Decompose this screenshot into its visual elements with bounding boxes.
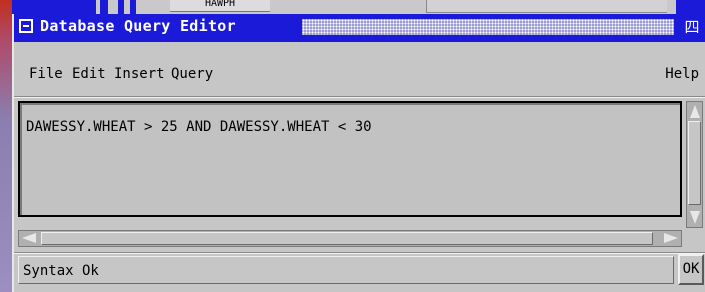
window-menu-icon[interactable] — [19, 19, 33, 33]
menu-edit[interactable]: Edit — [72, 66, 106, 82]
horizontal-scroll-thumb[interactable] — [41, 232, 653, 245]
scroll-down-icon[interactable] — [690, 211, 700, 224]
background-block — [130, 0, 136, 14]
background-field-right — [426, 0, 667, 13]
horizontal-scrollbar[interactable] — [18, 230, 682, 247]
query-editor-window: Database Query Editor 四 File Edit Insert… — [12, 14, 705, 292]
menu-file[interactable]: File — [29, 66, 63, 82]
menu-help[interactable]: Help — [665, 66, 699, 82]
text-area-bevel: DAWESSY.WHEAT > 25 AND DAWESSY.WHEAT < 3… — [20, 103, 680, 215]
status-bar: Syntax Ok — [18, 256, 674, 284]
background-desktop — [0, 0, 12, 292]
separator — [14, 252, 705, 254]
maximize-icon[interactable]: 四 — [683, 18, 701, 36]
background-block — [100, 0, 108, 14]
scroll-right-icon[interactable] — [664, 233, 678, 243]
separator — [14, 96, 705, 98]
vertical-scroll-thumb[interactable] — [688, 121, 701, 205]
ok-button[interactable]: OK — [678, 254, 704, 285]
menu-bar: File Edit Insert Query Help — [18, 58, 699, 82]
scroll-left-icon[interactable] — [22, 233, 36, 243]
query-text-area[interactable]: DAWESSY.WHEAT > 25 AND DAWESSY.WHEAT < 3… — [18, 101, 682, 217]
background-block — [118, 0, 124, 14]
title-bar[interactable]: Database Query Editor 四 — [14, 14, 705, 42]
menu-insert[interactable]: Insert — [114, 66, 165, 82]
window-title: Database Query Editor — [40, 17, 236, 35]
scroll-up-icon[interactable] — [690, 105, 700, 118]
status-text: Syntax Ok — [23, 263, 99, 279]
background-window: HAWPH — [96, 0, 676, 14]
background-field: HAWPH — [170, 0, 270, 12]
title-bar-stipple — [302, 19, 674, 35]
query-text: DAWESSY.WHEAT > 25 AND DAWESSY.WHEAT < 3… — [26, 119, 372, 135]
vertical-scrollbar[interactable] — [686, 101, 703, 228]
menu-query[interactable]: Query — [171, 66, 213, 82]
